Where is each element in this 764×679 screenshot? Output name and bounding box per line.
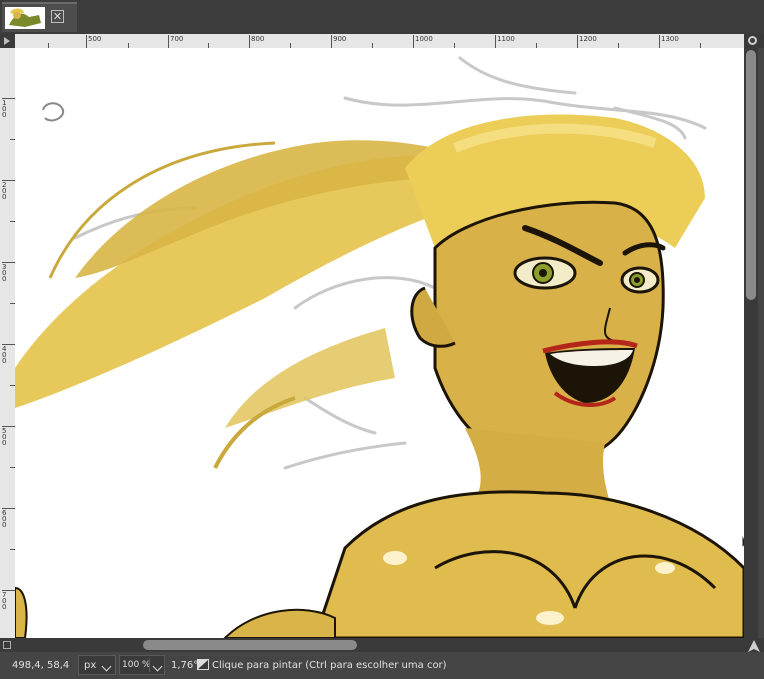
chevron-down-icon <box>152 661 163 672</box>
quick-mask-toggle[interactable] <box>0 638 15 652</box>
horizontal-scroll-handle[interactable] <box>143 640 357 650</box>
paintbrush-tool-icon <box>197 659 209 670</box>
ruler-tick <box>577 35 578 48</box>
zoom-value: 100 % <box>122 660 151 670</box>
ruler-label: 1200 <box>579 35 597 43</box>
artwork <box>15 48 744 638</box>
navigate-icon <box>748 36 757 45</box>
ruler-label: 300 <box>2 263 7 283</box>
image-canvas[interactable] <box>15 48 744 638</box>
unit-value: px <box>84 660 97 671</box>
ruler-label: 1100 <box>497 35 515 43</box>
image-thumbnail[interactable] <box>5 7 45 29</box>
ruler-tick <box>659 35 660 48</box>
ruler-origin-button[interactable] <box>0 34 15 49</box>
ruler-label: 400 <box>2 345 7 365</box>
image-tab[interactable]: ✕ <box>2 2 77 32</box>
ruler-tick <box>168 35 169 48</box>
rotation-angle: 1,76° <box>171 660 199 671</box>
horizontal-scrollbar[interactable] <box>15 638 744 652</box>
chevron-down-icon <box>101 661 112 672</box>
quick-mask-icon <box>3 641 11 649</box>
vertical-scroll-handle[interactable] <box>746 50 756 300</box>
zoom-image-with-window-button[interactable] <box>744 34 764 48</box>
ruler-label: 200 <box>2 181 7 201</box>
close-icon[interactable]: ✕ <box>51 10 64 23</box>
ruler-label: 500 <box>88 35 102 43</box>
ruler-label: 900 <box>333 35 347 43</box>
ruler-tick <box>331 35 332 48</box>
ruler-label: 600 <box>2 509 7 529</box>
navigate-icon <box>748 640 760 652</box>
ruler-label: 700 <box>170 35 184 43</box>
unit-selector[interactable]: px <box>78 655 116 675</box>
navigate-button[interactable] <box>744 638 764 652</box>
ruler-tick <box>413 35 414 48</box>
ruler-label: 1300 <box>661 35 679 43</box>
pointer-coordinates: 498,4, 58,4 <box>12 660 70 671</box>
ruler-tick <box>86 35 87 48</box>
ruler-label: 100 <box>2 99 7 119</box>
vertical-ruler[interactable]: 100 200 300 400 500 600 700 <box>0 48 16 638</box>
image-tab-bar: ✕ <box>0 0 764 34</box>
zoom-separator <box>149 658 150 672</box>
ruler-tick <box>249 35 250 48</box>
window-edge <box>758 48 764 638</box>
zoom-selector[interactable]: 100 % <box>119 655 165 675</box>
ruler-label: 500 <box>2 427 7 447</box>
ruler-tick <box>495 35 496 48</box>
horizontal-ruler[interactable]: 500 700 800 900 1000 1100 1200 1300 <box>15 34 744 49</box>
vertical-scrollbar[interactable] <box>744 48 758 638</box>
ruler-label: 1000 <box>415 35 433 43</box>
ruler-label: 800 <box>251 35 265 43</box>
status-bar: 498,4, 58,4 px 100 % 1,76° Clique para p… <box>0 652 764 679</box>
status-message: Clique para pintar (Ctrl para escolher u… <box>212 660 447 671</box>
ruler-label: 700 <box>2 591 7 611</box>
